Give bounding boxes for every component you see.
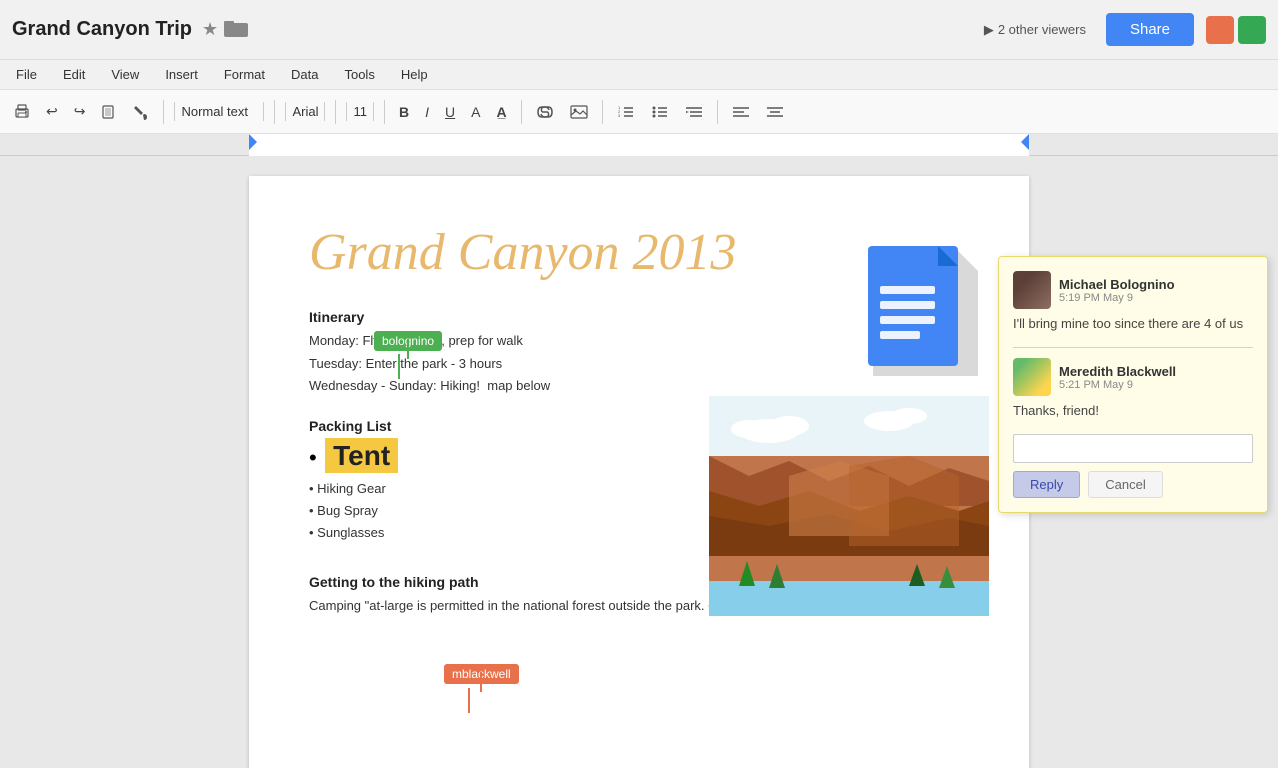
ruler bbox=[0, 134, 1278, 156]
toolbar-sep-1 bbox=[163, 100, 164, 124]
comment-text-1: I'll bring mine too since there are 4 of… bbox=[1013, 315, 1253, 333]
user-avatar-green bbox=[1238, 16, 1266, 44]
svg-text:3: 3 bbox=[618, 113, 621, 118]
menu-bar: File Edit View Insert Format Data Tools … bbox=[0, 60, 1278, 90]
avatar-meredith bbox=[1013, 358, 1051, 396]
highlight-button[interactable]: A̲ bbox=[490, 100, 512, 124]
comment-entry-1: Michael Bolognino 5:19 PM May 9 I'll bri… bbox=[1013, 271, 1253, 333]
comment-actions: Reply Cancel bbox=[1013, 471, 1253, 498]
bullet-list-button[interactable] bbox=[645, 101, 675, 123]
star-icon[interactable]: ★ bbox=[202, 19, 218, 40]
reply-button[interactable]: Reply bbox=[1013, 471, 1080, 498]
gdocs-icon bbox=[858, 236, 978, 376]
canyon-image bbox=[709, 396, 989, 616]
folder-icon[interactable] bbox=[224, 19, 248, 40]
font-size-selector[interactable]: 11 bbox=[346, 102, 374, 121]
text-color-button[interactable]: A bbox=[465, 100, 486, 124]
underline-button[interactable]: U bbox=[439, 100, 461, 124]
toolbar-sep-4 bbox=[384, 100, 385, 124]
toolbar-sep-2 bbox=[274, 100, 275, 124]
title-bar: Grand Canyon Trip ★ ▶ 2 other viewers Sh… bbox=[0, 0, 1278, 60]
comment-header-1: Michael Bolognino 5:19 PM May 9 bbox=[1013, 271, 1253, 309]
italic-button[interactable]: I bbox=[419, 100, 435, 124]
cursor-mblackwell-line bbox=[468, 688, 470, 713]
toolbar-sep-6 bbox=[602, 100, 603, 124]
cursor-mblackwell: mblackwell bbox=[444, 664, 519, 684]
image-button[interactable] bbox=[564, 101, 594, 123]
comment-meta-2: Meredith Blackwell 5:21 PM May 9 bbox=[1059, 364, 1176, 391]
menu-insert[interactable]: Insert bbox=[161, 65, 202, 84]
comment-header-2: Meredith Blackwell 5:21 PM May 9 bbox=[1013, 358, 1253, 396]
style-selector[interactable]: Normal text bbox=[174, 102, 264, 121]
paint-format-button[interactable] bbox=[127, 100, 155, 124]
toolbar-sep-5 bbox=[521, 100, 522, 124]
menu-view[interactable]: View bbox=[107, 65, 143, 84]
ruler-bar bbox=[249, 134, 1029, 156]
cancel-button[interactable]: Cancel bbox=[1088, 471, 1162, 498]
toolbar-sep-7 bbox=[717, 100, 718, 124]
menu-tools[interactable]: Tools bbox=[340, 65, 378, 84]
comment-time-2: 5:21 PM May 9 bbox=[1059, 379, 1176, 391]
ruler-left-margin[interactable] bbox=[249, 134, 257, 150]
toolbar-sep-3 bbox=[335, 100, 336, 124]
menu-format[interactable]: Format bbox=[220, 65, 269, 84]
bullet-large: • bbox=[309, 445, 317, 470]
comment-text-2: Thanks, friend! bbox=[1013, 402, 1253, 420]
main-area: bolognino mblackwell Grand Canyon 2013 I… bbox=[0, 156, 1278, 768]
tent-item: Tent bbox=[325, 438, 398, 473]
ruler-right-margin[interactable] bbox=[1021, 134, 1029, 150]
print-button[interactable] bbox=[8, 100, 36, 124]
doc-title: Grand Canyon Trip bbox=[12, 18, 192, 41]
menu-file[interactable]: File bbox=[12, 65, 41, 84]
font-selector[interactable]: Arial bbox=[285, 102, 325, 121]
avatar-michael bbox=[1013, 271, 1051, 309]
cursor-bolognino: bolognino bbox=[374, 331, 442, 351]
menu-help[interactable]: Help bbox=[397, 65, 432, 84]
numbered-list-button[interactable]: 123 bbox=[611, 101, 641, 123]
undo-button[interactable]: ↩ bbox=[40, 99, 64, 124]
viewers-text: 2 other viewers bbox=[998, 22, 1086, 37]
comment-meta-1: Michael Bolognino 5:19 PM May 9 bbox=[1059, 277, 1175, 304]
reply-input[interactable] bbox=[1013, 434, 1253, 463]
menu-edit[interactable]: Edit bbox=[59, 65, 89, 84]
align-center-button[interactable] bbox=[760, 101, 790, 123]
comment-divider bbox=[1013, 347, 1253, 348]
cursor-bolognino-line bbox=[398, 354, 400, 379]
align-left-button[interactable] bbox=[726, 101, 756, 123]
comment-time-1: 5:19 PM May 9 bbox=[1059, 292, 1175, 304]
comment-panel: Michael Bolognino 5:19 PM May 9 I'll bri… bbox=[998, 256, 1268, 513]
share-button[interactable]: Share bbox=[1106, 13, 1194, 46]
user-avatar-orange bbox=[1206, 16, 1234, 44]
viewers-arrow: ▶ bbox=[984, 22, 994, 38]
comment-author-1: Michael Bolognino bbox=[1059, 277, 1175, 292]
menu-data[interactable]: Data bbox=[287, 65, 322, 84]
comment-entry-2: Meredith Blackwell 5:21 PM May 9 Thanks,… bbox=[1013, 358, 1253, 420]
user-avatars bbox=[1206, 16, 1266, 44]
copy-format-button[interactable] bbox=[95, 100, 123, 124]
bold-button[interactable]: B bbox=[393, 100, 415, 124]
indent-button[interactable] bbox=[679, 101, 709, 123]
viewers-area: ▶ 2 other viewers bbox=[984, 22, 1086, 38]
comment-author-2: Meredith Blackwell bbox=[1059, 364, 1176, 379]
toolbar: ↩ ↪ Normal text Arial 11 B I U A A̲ 123 bbox=[0, 90, 1278, 134]
redo-button[interactable]: ↪ bbox=[68, 99, 92, 124]
link-button[interactable] bbox=[530, 101, 560, 123]
itinerary-line-3: Wednesday - Sunday: Hiking! map below bbox=[309, 376, 969, 396]
